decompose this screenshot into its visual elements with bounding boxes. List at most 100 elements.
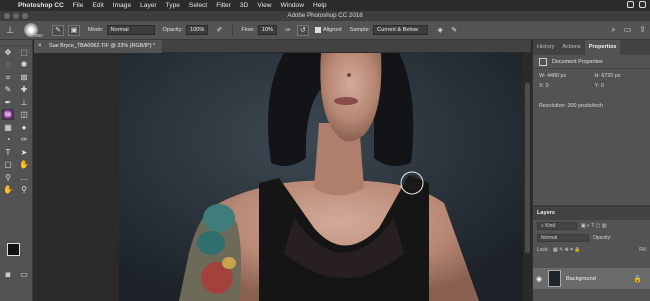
- brush-tool-icon[interactable]: ✒: [2, 97, 14, 108]
- eyedropper-tool-icon[interactable]: ✎: [2, 84, 14, 95]
- pen-tool-icon[interactable]: ✑: [18, 134, 30, 145]
- workspace-icon[interactable]: ▭: [624, 25, 632, 35]
- more-tools-icon[interactable]: …: [18, 172, 30, 183]
- tool-row: T ➤: [0, 146, 32, 159]
- vertical-scrollbar[interactable]: [525, 83, 530, 253]
- tool-row: ◔ ✑: [0, 134, 32, 147]
- opacity-input[interactable]: 100%: [186, 25, 209, 35]
- foreground-color-swatch[interactable]: [7, 243, 20, 256]
- move-tool-icon[interactable]: ✥: [2, 47, 14, 58]
- menu-view[interactable]: View: [257, 2, 271, 9]
- document-icon: [539, 57, 547, 66]
- search-icon[interactable]: ⌕: [611, 25, 615, 35]
- lasso-tool-icon[interactable]: ◌: [2, 59, 14, 70]
- marquee-tool-icon[interactable]: ⬚: [18, 47, 30, 58]
- tool-row: ♒ ◫: [0, 109, 32, 122]
- tab-properties[interactable]: Properties: [584, 40, 621, 55]
- lock-label: Lock:: [537, 247, 549, 253]
- aligned-toggle-icon[interactable]: ↺: [296, 24, 309, 36]
- sample-select[interactable]: Current & Below: [373, 25, 429, 35]
- clone-stamp-tool-icon[interactable]: ⊥: [0, 25, 20, 36]
- zoom-window-button[interactable]: [22, 13, 28, 19]
- lock-icons[interactable]: ▦ ✎ ✥ ⌗ 🔒: [553, 247, 581, 253]
- layer-row-background[interactable]: ◉ Background 🔒: [533, 268, 650, 289]
- mode-select[interactable]: Normal: [106, 25, 155, 35]
- tab-history[interactable]: History: [533, 40, 558, 55]
- width-value[interactable]: W: 4480 px: [539, 71, 595, 81]
- window-controls: [4, 13, 28, 19]
- status-icon[interactable]: [639, 1, 646, 8]
- tool-row: ✥ ⬚: [0, 46, 32, 59]
- menu-bar: Photoshop CC File Edit Image Layer Type …: [0, 0, 650, 11]
- tab-actions[interactable]: Actions: [558, 40, 584, 55]
- document-image[interactable]: [119, 53, 523, 301]
- zoom-tool-icon[interactable]: ⚲: [18, 184, 30, 195]
- eraser-tool-icon[interactable]: ◫: [18, 109, 30, 120]
- kind-filter-select[interactable]: ⌕ Kind: [537, 222, 577, 230]
- properties-header: Document Properties: [533, 55, 650, 69]
- path-selection-tool-icon[interactable]: ➤: [18, 147, 30, 158]
- menu-app-name[interactable]: Photoshop CC: [18, 2, 64, 9]
- quick-mask-icon[interactable]: ◙: [2, 269, 14, 280]
- close-icon[interactable]: ×: [38, 40, 42, 53]
- screen-mode-icon[interactable]: ▭: [18, 269, 30, 280]
- canvas-area[interactable]: [34, 53, 531, 301]
- menu-file[interactable]: File: [73, 2, 84, 9]
- type-tool-icon[interactable]: T: [2, 147, 14, 158]
- visibility-eye-icon[interactable]: ◉: [533, 275, 545, 283]
- aligned-checkbox[interactable]: [314, 27, 321, 33]
- ignore-adjustment-layers-icon[interactable]: ◈: [434, 25, 446, 36]
- crop-tool-icon[interactable]: ⌗: [2, 72, 14, 83]
- layer-name[interactable]: Background: [566, 276, 596, 282]
- quick-select-tool-icon[interactable]: ✱: [18, 59, 30, 70]
- status-icon[interactable]: [627, 1, 634, 8]
- menu-image[interactable]: Image: [113, 2, 131, 9]
- menu-3d[interactable]: 3D: [240, 2, 248, 9]
- menu-edit[interactable]: Edit: [92, 2, 103, 9]
- zoom-tool-icon[interactable]: ⚲: [2, 172, 14, 183]
- menu-type[interactable]: Type: [166, 2, 180, 9]
- aligned-label: Aligned: [322, 27, 342, 33]
- tool-row: ✋ ⚲: [0, 184, 32, 197]
- airbrush-icon[interactable]: ✑: [282, 25, 294, 36]
- layers-panel: Layers ⌕ Kind ▣ ◐ T ▢ ▥ Normal Opacity: …: [533, 205, 650, 301]
- flow-input[interactable]: 10%: [257, 25, 277, 35]
- y-value[interactable]: Y: 0: [595, 81, 650, 91]
- rectangle-tool-icon[interactable]: ▢: [2, 159, 14, 170]
- menu-select[interactable]: Select: [189, 2, 207, 9]
- menu-filter[interactable]: Filter: [216, 2, 231, 9]
- hand-tool-icon[interactable]: ✋: [2, 184, 14, 195]
- blur-tool-icon[interactable]: ●: [18, 122, 30, 133]
- brush-panel-toggle-button[interactable]: ✎: [52, 24, 64, 36]
- share-icon[interactable]: ⇪: [639, 25, 646, 35]
- dodge-tool-icon[interactable]: ◔: [2, 134, 14, 145]
- properties-title: Document Properties: [552, 58, 603, 65]
- lock-icon[interactable]: 🔒: [633, 275, 642, 283]
- hand-tool-icon[interactable]: ✋: [18, 159, 30, 170]
- gradient-tool-icon[interactable]: ▦: [2, 122, 14, 133]
- menu-window[interactable]: Window: [281, 2, 304, 9]
- history-brush-tool-icon[interactable]: ♒: [2, 109, 14, 121]
- frame-tool-icon[interactable]: ⊠: [18, 72, 30, 83]
- document-tab[interactable]: × Sue Bryce_TBA0062.TIF @ 23% (RGB/8*) *: [34, 40, 163, 53]
- clone-stamp-tool-icon[interactable]: ⊥: [18, 97, 30, 108]
- pressure-opacity-icon[interactable]: ✐: [213, 25, 225, 36]
- clone-source-panel-button[interactable]: ▣: [68, 24, 80, 36]
- fill-label: Fill:: [639, 247, 647, 253]
- minimize-window-button[interactable]: [13, 13, 19, 19]
- size-row: W: 4480 px H: 6720 px: [539, 71, 650, 81]
- blend-mode-select[interactable]: Normal: [537, 234, 589, 242]
- filter-icons[interactable]: ▣ ◐ T ▢ ▥: [581, 223, 607, 229]
- layers-tab[interactable]: Layers: [533, 207, 650, 220]
- x-value[interactable]: X: 0: [539, 81, 595, 91]
- tools-panel: ✥ ⬚ ◌ ✱ ⌗ ⊠ ✎ ✚ ✒ ⊥ ♒ ◫ ▦ ● ◔ ✑ T ➤ ▢ ✋ ⚲… ✋ ⚲ ◙ ▭: [0, 40, 33, 301]
- color-swatches[interactable]: [7, 243, 29, 265]
- pressure-size-icon[interactable]: ✎: [448, 25, 460, 36]
- menu-help[interactable]: Help: [313, 2, 327, 9]
- close-window-button[interactable]: [4, 13, 10, 19]
- menu-layer[interactable]: Layer: [140, 2, 157, 9]
- healing-brush-tool-icon[interactable]: ✚: [18, 84, 30, 95]
- tool-row: ⌗ ⊠: [0, 71, 32, 84]
- height-value[interactable]: H: 6720 px: [595, 71, 650, 81]
- position-row: X: 0 Y: 0: [539, 81, 650, 91]
